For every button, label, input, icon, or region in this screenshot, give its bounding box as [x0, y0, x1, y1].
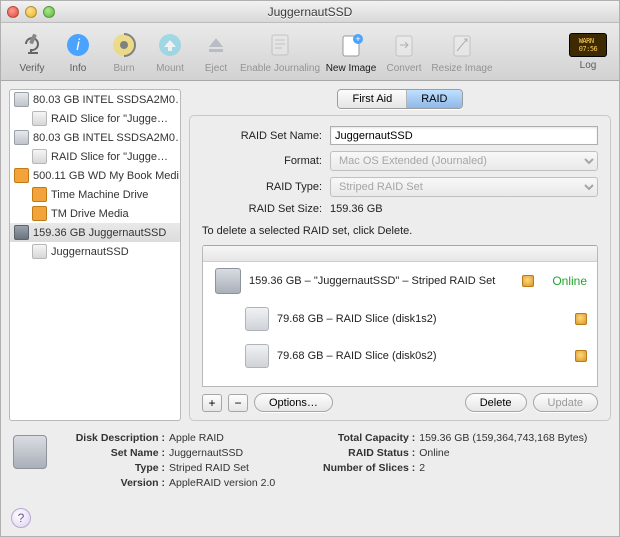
options-button[interactable]: Options… — [254, 393, 333, 412]
format-label: Format: — [202, 155, 322, 167]
sidebar-item-volume[interactable]: TM Drive Media — [10, 204, 180, 223]
external-volume-icon — [32, 206, 47, 221]
internal-disk-icon — [14, 92, 29, 107]
status-badge: Online — [552, 274, 587, 288]
raid-panel: RAID Set Name: Format: Mac OS Extended (… — [189, 115, 611, 421]
resize-image-icon — [447, 30, 477, 60]
raid-stack-icon — [215, 268, 241, 294]
sidebar-item-disk[interactable]: 500.11 GB WD My Book Medi — [10, 166, 180, 185]
sidebar-item-raid[interactable]: 159.36 GB JuggernautSSD — [10, 223, 180, 242]
update-button[interactable]: Update — [533, 393, 598, 412]
titlebar: JuggernautSSD — [1, 1, 619, 23]
log-icon: WARN07:56 — [569, 33, 607, 57]
info-icon: i — [63, 30, 93, 60]
disk-icon — [245, 307, 269, 331]
raid-set-icon — [13, 435, 47, 469]
resize-image-button[interactable]: Resize Image — [427, 30, 497, 74]
lock-icon — [575, 350, 587, 362]
window-title: JuggernautSSD — [1, 5, 619, 19]
raid-type-select[interactable]: Striped RAID Set — [330, 177, 598, 197]
disk-sidebar[interactable]: 80.03 GB INTEL SSDSA2M0… RAID Slice for … — [9, 89, 181, 421]
lock-icon — [522, 275, 534, 287]
raid-slice-row[interactable]: 79.68 GB – RAID Slice (disk1s2) — [203, 301, 597, 338]
info-button[interactable]: i Info — [55, 30, 101, 74]
raid-name-input[interactable] — [330, 126, 598, 145]
raid-set-icon — [14, 225, 29, 240]
verify-button[interactable]: Verify — [9, 30, 55, 74]
sidebar-item-disk[interactable]: 80.03 GB INTEL SSDSA2M0… — [10, 128, 180, 147]
journaling-icon — [265, 30, 295, 60]
tab-first-aid[interactable]: First Aid — [338, 90, 407, 108]
toolbar: Verify i Info Burn Mount Eject Enable Jo… — [1, 23, 619, 81]
tab-bar: First Aid RAID — [189, 89, 611, 109]
convert-button[interactable]: Convert — [381, 30, 427, 74]
external-disk-icon — [14, 168, 29, 183]
raid-type-label: RAID Type: — [202, 181, 322, 193]
log-button[interactable]: WARN07:56 Log — [565, 33, 611, 71]
raid-slice-row[interactable]: 79.68 GB – RAID Slice (disk0s2) — [203, 338, 597, 375]
internal-disk-icon — [14, 130, 29, 145]
delete-button[interactable]: Delete — [465, 393, 527, 412]
burn-button[interactable]: Burn — [101, 30, 147, 74]
eject-icon — [201, 30, 231, 60]
mount-button[interactable]: Mount — [147, 30, 193, 74]
add-button[interactable]: + — [202, 394, 222, 412]
volume-icon — [32, 149, 47, 164]
disk-icon — [245, 344, 269, 368]
sidebar-item-volume[interactable]: RAID Slice for "Jugge… — [10, 147, 180, 166]
microscope-icon — [17, 30, 47, 60]
tab-raid[interactable]: RAID — [407, 90, 461, 108]
enable-journaling-button[interactable]: Enable Journaling — [239, 30, 321, 74]
raid-set-row[interactable]: 159.36 GB – "JuggernautSSD" – Striped RA… — [203, 262, 597, 301]
sidebar-item-volume[interactable]: JuggernautSSD — [10, 242, 180, 261]
remove-button[interactable]: − — [228, 394, 248, 412]
raid-size-value: 159.36 GB — [330, 203, 383, 215]
sidebar-item-disk[interactable]: 80.03 GB INTEL SSDSA2M0… — [10, 90, 180, 109]
svg-text:i: i — [76, 37, 80, 54]
format-select[interactable]: Mac OS Extended (Journaled) — [330, 151, 598, 171]
raid-name-label: RAID Set Name: — [202, 130, 322, 142]
info-footer: Disk Description :Apple RAID Set Name :J… — [1, 421, 619, 497]
svg-text:+: + — [355, 34, 360, 44]
new-image-icon: + — [336, 30, 366, 60]
lock-icon — [575, 313, 587, 325]
raid-members-list[interactable]: 159.36 GB – "JuggernautSSD" – Striped RA… — [202, 245, 598, 387]
eject-button[interactable]: Eject — [193, 30, 239, 74]
new-image-button[interactable]: + New Image — [321, 30, 381, 74]
help-button[interactable]: ? — [11, 508, 31, 528]
list-header — [203, 246, 597, 262]
volume-icon — [32, 244, 47, 259]
raid-size-label: RAID Set Size: — [202, 203, 322, 215]
sidebar-item-volume[interactable]: Time Machine Drive — [10, 185, 180, 204]
sidebar-item-volume[interactable]: RAID Slice for "Jugge… — [10, 109, 180, 128]
external-volume-icon — [32, 187, 47, 202]
mount-icon — [155, 30, 185, 60]
convert-icon — [389, 30, 419, 60]
volume-icon — [32, 111, 47, 126]
hint-text: To delete a selected RAID set, click Del… — [202, 225, 598, 237]
burn-icon — [109, 30, 139, 60]
